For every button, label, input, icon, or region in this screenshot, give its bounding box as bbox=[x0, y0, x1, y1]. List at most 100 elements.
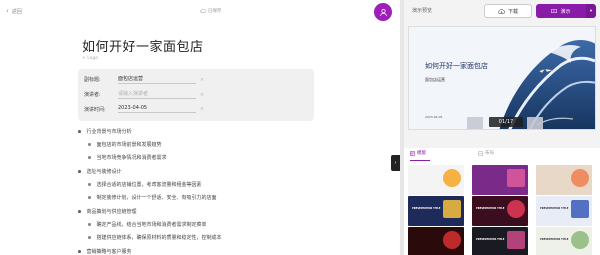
panel-tabs: 模版 布局 bbox=[404, 148, 600, 162]
thumbnail-accent bbox=[507, 169, 525, 187]
avatar[interactable] bbox=[374, 3, 392, 21]
bullet-icon bbox=[78, 210, 81, 213]
clear-icon[interactable]: × bbox=[200, 106, 204, 112]
clear-icon[interactable]: × bbox=[200, 77, 204, 83]
outline-item-text: 商品策划与供应链管理 bbox=[86, 209, 137, 215]
outline-item[interactable]: 制定装修计划，设计一个舒适、安全、有吸引力的店面 bbox=[88, 194, 217, 201]
thumbnail-accent bbox=[507, 200, 525, 218]
date-row: 演讲时间: 2023-04-05 × bbox=[84, 105, 308, 113]
slide-subtitle: 面包店运营 bbox=[425, 77, 445, 82]
active-tab-indicator bbox=[410, 160, 430, 162]
bullet-icon bbox=[88, 223, 91, 226]
outline-item-text: 面包店的市场前景和发展趋势 bbox=[96, 142, 162, 148]
outline-item-text: 选址与装修设计 bbox=[86, 169, 122, 175]
thumbnail-accent bbox=[571, 200, 589, 218]
present-label: 演示 bbox=[560, 8, 571, 15]
slide-counter: 01/17 bbox=[489, 117, 523, 127]
outline-item-text: 行业背景与市场分析 bbox=[86, 129, 132, 135]
outline-item[interactable]: 当地市场竞争情况和消费者需求 bbox=[88, 154, 167, 161]
template-thumbnail-dark-red[interactable]: PRESENTATION TITLE bbox=[472, 196, 528, 226]
template-thumbnail-purple-pink[interactable] bbox=[472, 165, 528, 195]
thumbnail-title: PRESENTATION TITLE bbox=[476, 238, 505, 241]
present-button[interactable]: 演示 bbox=[536, 4, 586, 18]
chevron-down-icon: ▾ bbox=[589, 8, 593, 14]
outline-item[interactable]: 面包店的市场前景和发展趋势 bbox=[88, 141, 162, 148]
preview-toolbar: 演示预览 下载 演示 ▾ bbox=[404, 0, 600, 22]
template-thumbnail-red-dark[interactable] bbox=[408, 227, 464, 255]
template-thumbnail-light-green[interactable]: PRESENTATION TITLE bbox=[536, 227, 592, 255]
download-button[interactable]: 下载 bbox=[484, 4, 532, 18]
bullet-icon bbox=[88, 196, 91, 199]
speaker-field[interactable]: 请输入演讲者 bbox=[118, 90, 196, 99]
template-grid: PRESENTATION TITLE PRESENTATION TITLE PRES… bbox=[404, 162, 600, 255]
next-slide-button[interactable] bbox=[527, 117, 543, 129]
template-thumbnail-black-card[interactable]: PRESENTATION TITLE bbox=[472, 227, 528, 255]
outline-item-text: 当地市场竞争情况和消费者需求 bbox=[96, 155, 167, 161]
add-logo-link[interactable]: + Logo bbox=[82, 56, 98, 61]
thumbnail-accent bbox=[571, 169, 589, 187]
present-options-dropdown[interactable]: ▾ bbox=[586, 4, 596, 18]
thumbnail-accent bbox=[443, 231, 461, 249]
thumbnail-accent bbox=[507, 231, 525, 249]
editor-topbar: ‹ 返回 已保存 bbox=[0, 0, 400, 22]
outline-item-text: 选择合适的店铺位置，考虑客流量和租金等因素 bbox=[96, 182, 202, 188]
bullet-icon bbox=[88, 236, 91, 239]
thumbnail-title: PRESENTATION TITLE bbox=[412, 207, 441, 210]
template-thumbnail-gradient-warm[interactable] bbox=[536, 165, 592, 195]
chevron-right-icon: › bbox=[394, 160, 397, 166]
present-icon bbox=[551, 8, 558, 13]
outline-item-text: 制定装修计划，设计一个舒适、安全、有吸引力的店面 bbox=[96, 195, 217, 201]
subtitle-label: 副标题: bbox=[84, 77, 101, 83]
date-field[interactable]: 2023-04-05 bbox=[118, 105, 196, 113]
outline-item[interactable]: 确定产品线，结合当地市场和消费者需求制定菜单 bbox=[88, 221, 207, 228]
preview-label: 演示预览 bbox=[412, 8, 433, 14]
slide-preview[interactable]: 如何开好一家面包店 面包店运营 2023-04-05 01/17 bbox=[408, 26, 596, 130]
outline-item[interactable]: 选择合适的店铺位置，考虑客流量和租金等因素 bbox=[88, 181, 202, 188]
outline-item-text: 确定产品线，结合当地市场和消费者需求制定菜单 bbox=[96, 222, 207, 228]
bullet-icon bbox=[78, 250, 81, 253]
subtitle-row: 副标题: 面包店运营 × bbox=[84, 75, 308, 84]
document-title[interactable]: 如何开好一家面包店 bbox=[82, 36, 204, 55]
outline-item[interactable]: 选址与装修设计 bbox=[78, 168, 122, 175]
back-label: 返回 bbox=[11, 8, 22, 15]
bullet-icon bbox=[88, 143, 91, 146]
outline-item[interactable]: 营销策略与客户服务 bbox=[78, 248, 132, 255]
template-thumbnail-white-blue[interactable]: PRESENTATION TITLE bbox=[536, 196, 592, 226]
cloud-icon bbox=[200, 9, 206, 13]
meta-card: 副标题: 面包店运营 × 演讲者: 请输入演讲者 × 演讲时间: 2023-04… bbox=[78, 69, 314, 121]
outline-item[interactable]: 搭建供应链体系，确保原材料的质量和稳定性，控制成本 bbox=[88, 234, 222, 241]
download-label: 下载 bbox=[507, 8, 518, 15]
subtitle-field[interactable]: 面包店运营 bbox=[118, 75, 196, 84]
template-icon bbox=[410, 150, 415, 156]
prev-slide-button[interactable] bbox=[467, 117, 483, 129]
preview-panel: 演示预览 下载 演示 ▾ 如何开好一家面包店 面包店运营 2023-04-05 … bbox=[404, 0, 600, 255]
back-button[interactable]: ‹ 返回 bbox=[6, 7, 22, 15]
save-status-label: 已保存 bbox=[208, 9, 222, 14]
layout-icon bbox=[478, 150, 483, 156]
collapse-panel-button[interactable]: › bbox=[391, 155, 400, 171]
cloud-download-icon bbox=[498, 8, 505, 14]
bullet-icon bbox=[78, 170, 81, 173]
thumbnail-title: PRESENTATION TITLE bbox=[540, 207, 569, 210]
thumbnail-accent bbox=[443, 200, 461, 218]
save-status: 已保存 bbox=[200, 8, 222, 14]
thumbnail-accent bbox=[443, 169, 461, 187]
tab-layout[interactable]: 布局 bbox=[478, 150, 494, 156]
template-thumbnail-navy-title[interactable]: PRESENTATION TITLE bbox=[408, 196, 464, 226]
outline-item-text: 搭建供应链体系，确保原材料的质量和稳定性，控制成本 bbox=[96, 235, 222, 241]
outline-item[interactable]: 商品策划与供应链管理 bbox=[78, 208, 137, 215]
tab-templates[interactable]: 模版 bbox=[410, 150, 426, 156]
outline-item[interactable]: 行业背景与市场分析 bbox=[78, 128, 132, 135]
speaker-label: 演讲者: bbox=[84, 92, 101, 98]
template-thumbnail-orange-circle[interactable] bbox=[408, 165, 464, 195]
thumbnail-title: PRESENTATION TITLE bbox=[540, 238, 569, 241]
bullet-icon bbox=[88, 183, 91, 186]
clear-icon[interactable]: × bbox=[200, 92, 204, 98]
thumbnail-title: PRESENTATION TITLE bbox=[476, 207, 505, 210]
thumbnail-accent bbox=[571, 231, 589, 249]
bullet-icon bbox=[78, 130, 81, 133]
date-label: 演讲时间: bbox=[84, 106, 106, 113]
bullet-icon bbox=[88, 156, 91, 159]
speaker-row: 演讲者: 请输入演讲者 × bbox=[84, 90, 308, 99]
tab-layout-label: 布局 bbox=[485, 151, 494, 156]
